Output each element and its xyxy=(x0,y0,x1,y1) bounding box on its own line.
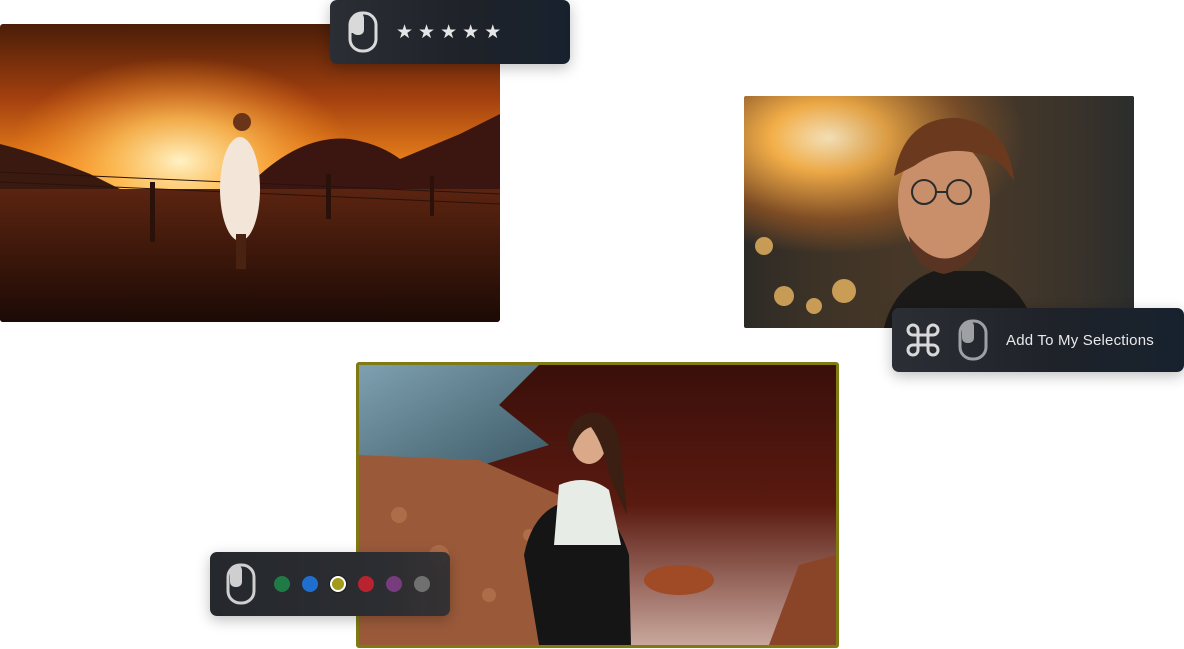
color-label-toolbar xyxy=(210,552,450,616)
command-key-icon xyxy=(906,323,940,357)
color-swatch-purple[interactable] xyxy=(386,576,402,592)
color-swatch-blue[interactable] xyxy=(302,576,318,592)
mouse-icon xyxy=(958,319,988,361)
man-portrait-art xyxy=(744,96,1134,328)
man-portrait-photo[interactable] xyxy=(744,96,1134,328)
star-rating[interactable]: ★ ★ ★ ★ ★ xyxy=(396,22,501,42)
star-icon[interactable]: ★ xyxy=(484,22,501,42)
sunset-photo[interactable] xyxy=(0,24,500,322)
star-icon[interactable]: ★ xyxy=(440,22,457,42)
color-swatch-yellow[interactable] xyxy=(330,576,346,592)
color-swatch-green[interactable] xyxy=(274,576,290,592)
star-icon[interactable]: ★ xyxy=(462,22,479,42)
star-icon[interactable]: ★ xyxy=(418,22,435,42)
add-to-selections-button[interactable]: Add To My Selections xyxy=(892,308,1184,372)
color-swatch-red[interactable] xyxy=(358,576,374,592)
add-to-selections-label: Add To My Selections xyxy=(1006,331,1154,349)
sunset-photo-art xyxy=(0,24,500,322)
mouse-icon xyxy=(348,11,378,53)
mouse-icon xyxy=(226,563,256,605)
rating-toolbar: ★ ★ ★ ★ ★ xyxy=(330,0,570,64)
color-swatches xyxy=(274,576,430,592)
color-swatch-gray[interactable] xyxy=(414,576,430,592)
star-icon[interactable]: ★ xyxy=(396,22,413,42)
